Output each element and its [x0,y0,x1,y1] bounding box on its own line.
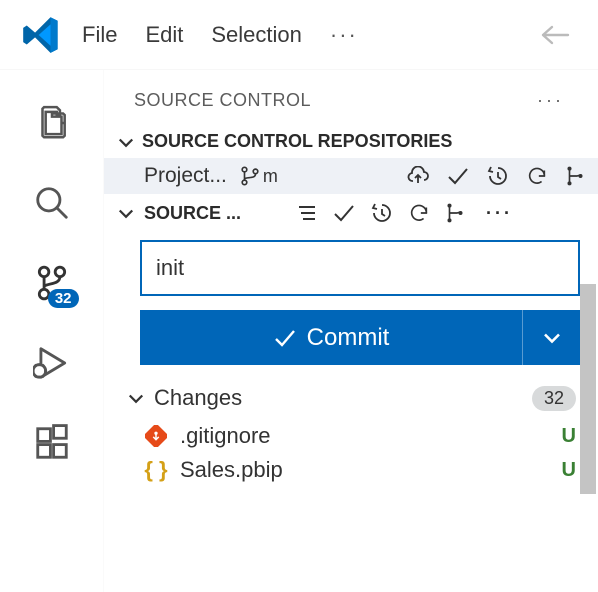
provider-more-icon[interactable]: ··· [486,203,513,224]
main-area: 32 SOURCE CONTROL ··· SOURCE CONTROL REP… [0,70,598,592]
source-control-panel: SOURCE CONTROL ··· SOURCE CONTROL REPOSI… [104,70,598,592]
changes-label: Changes [154,385,242,411]
cloud-publish-icon[interactable] [406,166,430,186]
file-row-sales[interactable]: { } Sales.pbip U [104,453,598,487]
activity-extensions[interactable] [33,424,71,462]
menu-overflow[interactable]: ··· [330,22,358,48]
provider-label: SOURCE ... [144,203,284,224]
changes-count-badge: 32 [532,386,576,411]
check-icon[interactable] [446,166,470,186]
graph-icon[interactable] [564,165,586,187]
chevron-down-icon [116,132,136,152]
file-row-gitignore[interactable]: .gitignore U [104,419,598,453]
braces-file-icon: { } [144,457,168,483]
chevron-down-icon [126,388,146,408]
menu-file[interactable]: File [82,22,117,48]
file-name: .gitignore [180,423,271,449]
provider-actions: ··· [296,202,513,224]
repo-row[interactable]: Project... m [104,158,598,194]
history-icon[interactable] [370,202,394,224]
scm-badge: 32 [48,289,79,308]
scrollbar-thumb[interactable] [580,284,596,494]
repo-name: Project... [144,164,227,188]
changes-header[interactable]: Changes 32 [104,377,598,419]
commit-button-label: Commit [307,324,390,352]
tree-view-icon[interactable] [296,203,318,223]
provider-header[interactable]: SOURCE ... ··· [104,194,598,232]
check-icon[interactable] [332,203,356,223]
file-status: U [562,459,576,482]
panel-title-row: SOURCE CONTROL ··· [104,70,598,125]
vscode-logo [0,16,82,54]
history-icon[interactable] [486,165,510,187]
chevron-down-icon [116,203,136,223]
branch-icon[interactable]: m [239,165,278,187]
menu-bar: File Edit Selection [82,22,302,48]
commit-message-box [140,240,580,296]
activity-bar: 32 [0,70,104,592]
graph-icon[interactable] [444,202,466,224]
panel-more-icon[interactable]: ··· [537,90,564,111]
repos-header[interactable]: SOURCE CONTROL REPOSITORIES [104,125,598,158]
commit-dropdown-button[interactable] [522,310,580,365]
repo-actions [406,165,586,187]
menu-edit[interactable]: Edit [145,22,183,48]
file-status: U [562,425,576,448]
menu-selection[interactable]: Selection [211,22,302,48]
activity-source-control[interactable]: 32 [33,264,71,302]
git-file-icon [144,425,168,447]
refresh-icon[interactable] [526,165,548,187]
repos-label: SOURCE CONTROL REPOSITORIES [142,131,452,152]
refresh-icon[interactable] [408,202,430,224]
commit-button-group: Commit [140,310,580,365]
commit-button[interactable]: Commit [140,310,522,365]
activity-explorer[interactable] [33,104,71,142]
file-name: Sales.pbip [180,457,283,483]
back-arrow-icon[interactable] [540,25,598,45]
panel-title: SOURCE CONTROL [134,90,311,111]
title-bar: File Edit Selection ··· [0,0,598,70]
activity-debug[interactable] [33,344,71,382]
activity-search[interactable] [33,184,71,222]
commit-message-input[interactable] [140,240,580,296]
